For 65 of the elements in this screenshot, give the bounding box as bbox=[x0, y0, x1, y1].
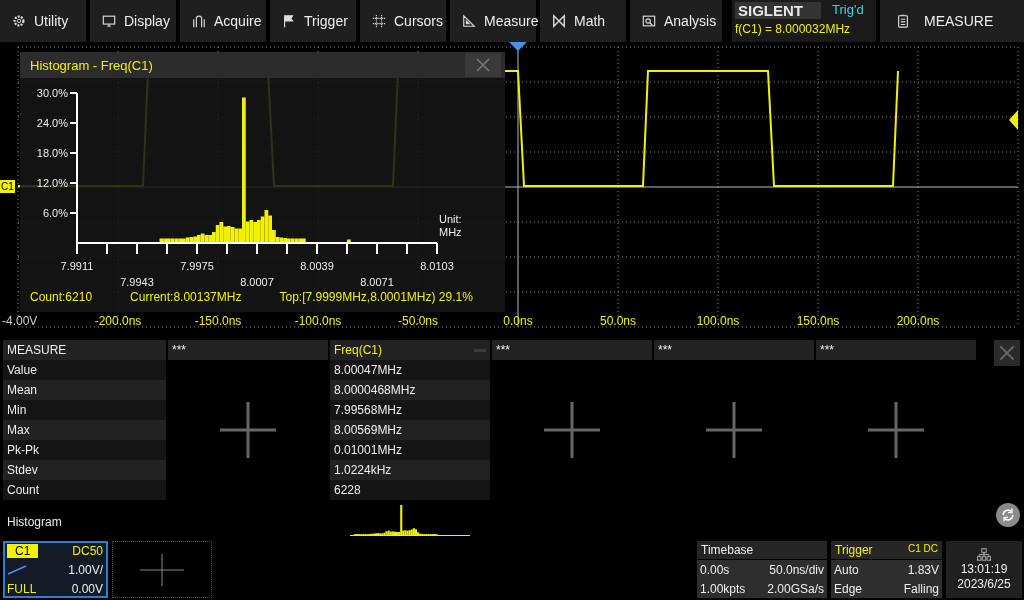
clock-time: 13:01:19 bbox=[960, 562, 1008, 576]
y-tick-label: 6.0% bbox=[42, 207, 68, 219]
delay-value: 0.00s bbox=[700, 562, 730, 577]
x-tick-label: 8.0103 bbox=[420, 260, 454, 272]
time-label: 0.0ns bbox=[502, 314, 534, 328]
memory-depth: 1.00kpts bbox=[700, 581, 746, 596]
y-tick-label: 18.0% bbox=[36, 147, 68, 159]
row-label: Histogram bbox=[6, 514, 63, 531]
trigger-level: 1.83V bbox=[907, 562, 939, 577]
time-label: -50.0ns bbox=[397, 314, 439, 328]
offset-label: 0.00V bbox=[71, 582, 103, 596]
table-cell: 8.00569MHz bbox=[330, 420, 490, 440]
table-cell: 1.0224kHz bbox=[330, 460, 490, 480]
channel-tag: C1 bbox=[7, 544, 39, 558]
unit-label: Unit: MHz bbox=[439, 213, 463, 239]
trigger-slope: Falling bbox=[903, 581, 939, 596]
window-title: Histogram - Freq(C1) bbox=[30, 57, 153, 73]
trigger-state: Trig'd bbox=[831, 2, 864, 19]
y-tick-label: 30.0% bbox=[36, 87, 68, 99]
time-label: -100.0ns bbox=[293, 314, 343, 328]
vertical-scale: 1.00V/ bbox=[68, 563, 103, 577]
x-tick-label: 7.9911 bbox=[60, 260, 94, 272]
column-title: Freq(C1) bbox=[334, 343, 382, 357]
table-header: MEASURE bbox=[3, 340, 166, 360]
logo: SIGLENT bbox=[735, 2, 821, 19]
table-cell: 8.0000468MHz bbox=[330, 380, 490, 400]
frequency-readout: f(C1) = 8.000032MHz bbox=[735, 22, 852, 36]
panel-title: Trigger bbox=[835, 543, 873, 557]
time-label: 150.0ns bbox=[795, 314, 841, 328]
trigger-mode: Auto bbox=[834, 562, 859, 577]
table-cell: 7.99568MHz bbox=[330, 400, 490, 420]
row-label: Pk-Pk bbox=[3, 440, 166, 460]
table-cell: 8.00047MHz bbox=[330, 360, 490, 380]
bandwidth-label: FULL bbox=[7, 582, 37, 596]
row-label: Min bbox=[3, 400, 166, 420]
x-tick-label: 8.0007 bbox=[240, 276, 274, 288]
timebase-scale: 50.0ns/div bbox=[769, 562, 824, 577]
x-tick-label: 8.0039 bbox=[300, 260, 334, 272]
y-tick-label: 12.0% bbox=[36, 177, 68, 189]
coupling-label: DC50 bbox=[72, 544, 103, 558]
time-label: -200.0ns bbox=[93, 314, 143, 328]
sample-rate: 2.00GSa/s bbox=[767, 581, 824, 596]
histogram-stat: Top:[7.9999MHz,8.0001MHz) 29.1% bbox=[279, 290, 473, 304]
row-label: Stdev bbox=[3, 460, 166, 480]
row-label: Value bbox=[3, 360, 166, 380]
table-cell: 0.01001MHz bbox=[330, 440, 490, 460]
y-tick-label: 24.0% bbox=[36, 117, 68, 129]
voltage-label: -4.00V bbox=[2, 314, 38, 328]
table-cell: 6228 bbox=[330, 480, 490, 500]
x-tick-label: 7.9975 bbox=[180, 260, 214, 272]
clock-date: 2023/6/25 bbox=[957, 577, 1011, 591]
trigger-source: C1 DC bbox=[908, 543, 938, 556]
histogram-stat: Count:6210 bbox=[30, 290, 93, 304]
histogram-stat: Current:8.00137MHz bbox=[130, 290, 242, 304]
trigger-type: Edge bbox=[834, 581, 863, 596]
x-tick-label: 7.9943 bbox=[120, 276, 154, 288]
row-label: Count bbox=[3, 480, 166, 500]
row-label: Mean bbox=[3, 380, 166, 400]
time-label: 50.0ns bbox=[599, 314, 637, 328]
time-label: 200.0ns bbox=[895, 314, 941, 328]
time-label: -150.0ns bbox=[193, 314, 243, 328]
panel-title: Timebase bbox=[697, 541, 827, 559]
x-tick-label: 8.0071 bbox=[360, 276, 394, 288]
time-label: 100.0ns bbox=[695, 314, 741, 328]
row-label: Max bbox=[3, 420, 166, 440]
